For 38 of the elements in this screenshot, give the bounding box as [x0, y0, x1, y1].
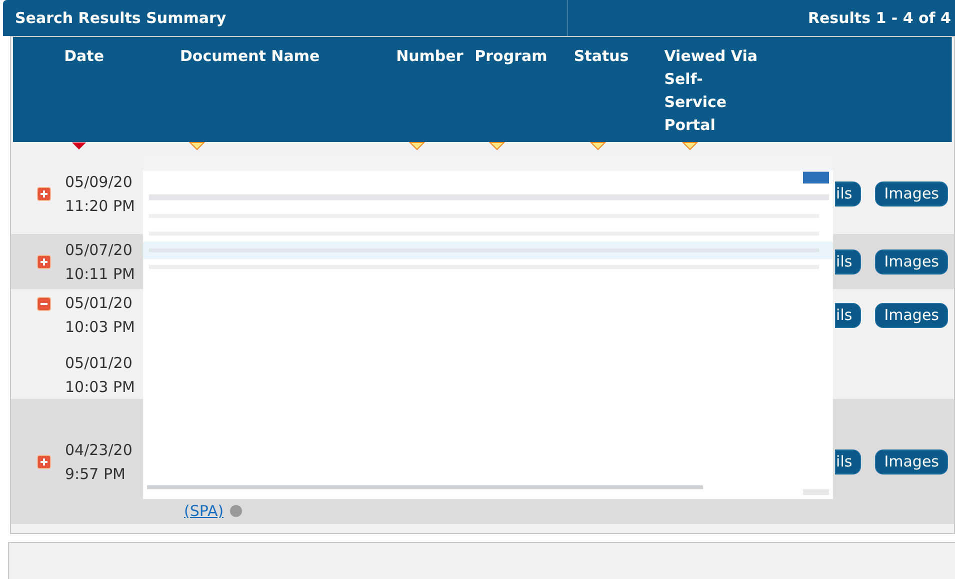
time-text: 10:03 PM	[65, 317, 136, 338]
time-text: 9:57 PM	[65, 464, 126, 484]
date-text: 05/09/20	[65, 172, 134, 193]
images-button[interactable]: Images	[875, 182, 948, 206]
details-button[interactable]: ils	[835, 449, 862, 474]
collapse-icon[interactable]	[37, 297, 51, 311]
program-link[interactable]: (SPA)	[184, 503, 224, 519]
column-header[interactable]: Viewed Via Self-Service Portal	[664, 45, 762, 137]
sort-arrow-icon[interactable]	[590, 142, 606, 150]
column-header[interactable]: Date	[64, 45, 180, 68]
date-text: 05/01/20	[65, 353, 134, 374]
panel-title: Search Results Summary	[15, 8, 226, 29]
sort-arrow-icon[interactable]	[409, 142, 425, 150]
details-button[interactable]: ils	[835, 303, 862, 328]
date-text: 05/01/20	[65, 293, 134, 314]
column-header[interactable]: Number	[396, 45, 475, 68]
help-icon[interactable]	[230, 505, 242, 517]
images-button[interactable]: Images	[875, 303, 948, 328]
images-button[interactable]: Images	[875, 249, 948, 274]
sort-arrow-icon[interactable]	[71, 142, 87, 150]
expand-icon[interactable]	[37, 254, 51, 268]
sort-arrow-icon[interactable]	[189, 142, 205, 150]
expand-icon[interactable]	[37, 187, 51, 201]
time-text: 10:11 PM	[65, 264, 136, 284]
date-text: 04/23/20	[65, 440, 134, 460]
sort-arrow-icon[interactable]	[682, 142, 698, 150]
images-button[interactable]: Images	[875, 449, 948, 474]
column-header[interactable]: Status	[574, 45, 664, 68]
details-button[interactable]: ils	[835, 182, 862, 206]
date-text: 05/07/20	[65, 240, 134, 260]
time-text: 11:20 PM	[65, 196, 136, 217]
expand-icon[interactable]	[37, 454, 51, 468]
time-text: 10:03 PM	[65, 377, 136, 398]
column-header[interactable]: Document Name	[180, 45, 396, 68]
results-count: Results 1 - 4 of 4	[808, 8, 951, 29]
details-button[interactable]: ils	[835, 249, 862, 274]
column-header[interactable]: Program	[474, 45, 574, 68]
sort-arrow-icon[interactable]	[489, 142, 505, 150]
